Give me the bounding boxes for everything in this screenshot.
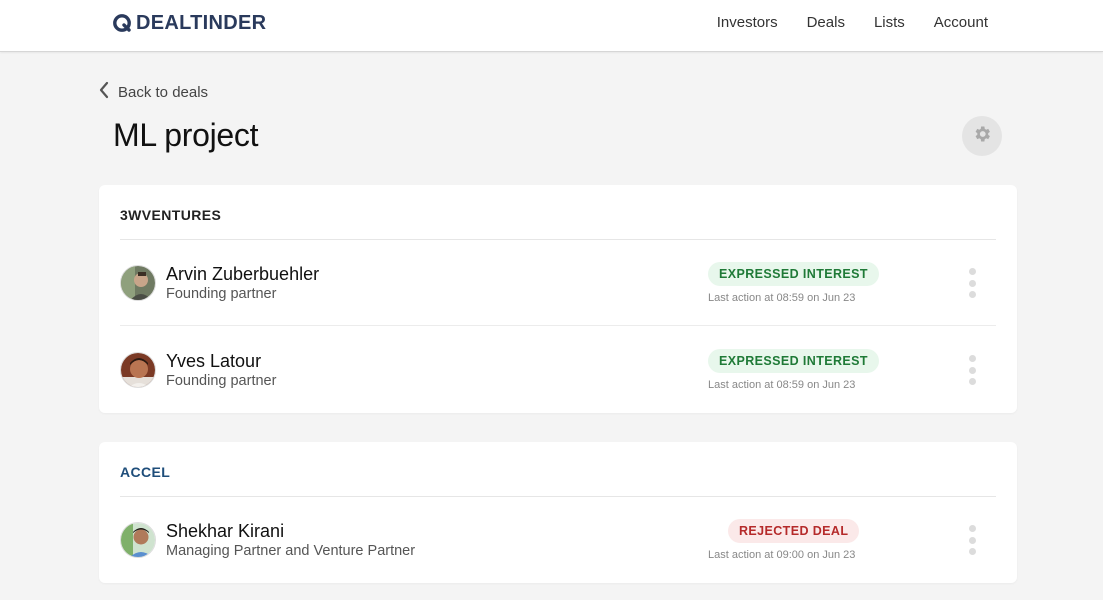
last-action-timestamp: Last action at 09:00 on Jun 23 — [708, 549, 856, 561]
vertical-dots-icon — [968, 268, 976, 275]
investor-role: Founding partner — [166, 373, 277, 389]
avatar — [120, 352, 156, 388]
row-more-button[interactable] — [965, 525, 979, 555]
gear-icon — [972, 124, 992, 149]
avatar — [120, 265, 156, 301]
investor-name: Shekhar Kirani — [166, 521, 285, 541]
dot — [968, 536, 976, 544]
row-divider — [120, 325, 996, 326]
group-title: ACCEL — [120, 464, 171, 480]
row-more-button[interactable] — [965, 355, 979, 385]
logo-ring-icon — [112, 13, 132, 33]
vertical-dots-icon — [968, 355, 976, 362]
group-title: 3WVENTURES — [120, 207, 222, 223]
settings-button[interactable] — [962, 116, 1002, 156]
investor-row[interactable]: Arvin Zuberbuehler Founding partner EXPR… — [120, 240, 996, 326]
investor-name: Yves Latour — [166, 351, 262, 371]
nav-investors[interactable]: Investors — [717, 14, 778, 31]
nav-deals[interactable]: Deals — [807, 14, 845, 31]
nav-account[interactable]: Account — [934, 14, 988, 31]
dot — [968, 279, 976, 287]
dot — [968, 291, 976, 298]
last-action-timestamp: Last action at 08:59 on Jun 23 — [708, 379, 856, 391]
avatar — [120, 522, 156, 558]
investor-group-3wventures: 3WVENTURES Arvin Zuberbuehler Founding p… — [99, 185, 1017, 413]
investor-row[interactable]: Yves Latour Founding partner EXPRESSED I… — [120, 327, 996, 413]
status-badge: EXPRESSED INTEREST — [708, 349, 879, 373]
investor-name: Arvin Zuberbuehler — [166, 264, 320, 284]
back-link-label: Back to deals — [118, 83, 209, 101]
dot — [968, 548, 976, 555]
chevron-left-icon — [98, 81, 110, 103]
investor-row[interactable]: Shekhar Kirani Managing Partner and Vent… — [120, 497, 996, 583]
back-to-deals-link[interactable]: Back to deals — [98, 81, 208, 103]
status-badge: REJECTED DEAL — [728, 519, 860, 543]
nav-lists[interactable]: Lists — [874, 14, 905, 31]
investor-role: Managing Partner and Venture Partner — [166, 543, 416, 559]
main-nav: Investors Deals Lists Account — [717, 14, 988, 31]
vertical-dots-icon — [968, 525, 976, 532]
dot — [968, 366, 976, 374]
last-action-timestamp: Last action at 08:59 on Jun 23 — [708, 292, 856, 304]
brand-logo[interactable]: DEALTINDER — [112, 11, 266, 35]
top-navigation-bar: DEALTINDER Investors Deals Lists Account — [0, 0, 1103, 52]
page-title: ML project — [113, 117, 259, 153]
dot — [968, 378, 976, 385]
investor-role: Founding partner — [166, 286, 277, 302]
logo-text: DEALTINDER — [136, 11, 267, 34]
status-badge: EXPRESSED INTEREST — [708, 262, 879, 286]
row-more-button[interactable] — [965, 268, 979, 298]
investor-group-accel: ACCEL Shekhar Kirani Managing Partner an… — [99, 442, 1017, 583]
